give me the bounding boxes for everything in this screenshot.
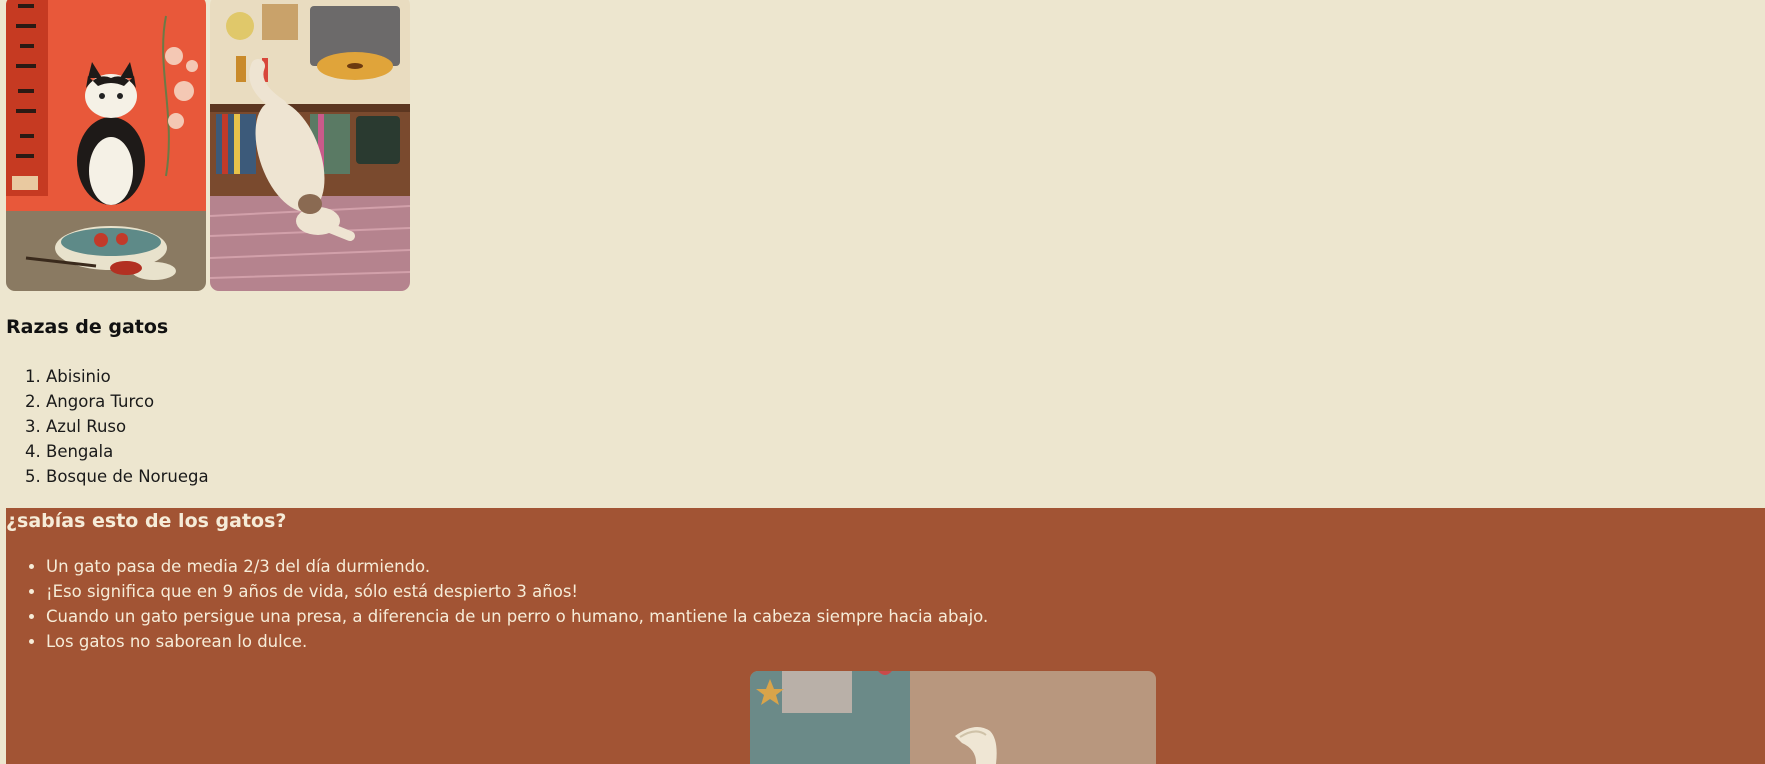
- cat-stretching-image: [210, 0, 410, 291]
- cat-tail-image: [750, 671, 1156, 764]
- facts-list: Un gato pasa de media 2/3 del día durmie…: [6, 554, 988, 654]
- breed-item: Angora Turco: [46, 389, 209, 414]
- breeds-list: Abisinio Angora Turco Azul Ruso Bengala …: [6, 364, 209, 489]
- facts-title: ¿sabías esto de los gatos?: [6, 510, 287, 532]
- breed-item: Bosque de Noruega: [46, 464, 209, 489]
- fact-item: Los gatos no saborean lo dulce.: [46, 629, 988, 654]
- breed-item: Azul Ruso: [46, 414, 209, 439]
- breed-item: Bengala: [46, 439, 209, 464]
- page: Razas de gatos Abisinio Angora Turco Azu…: [0, 0, 1765, 764]
- fact-item: ¡Eso significa que en 9 años de vida, só…: [46, 579, 988, 604]
- cat-noodle-bowl-image: [6, 0, 206, 291]
- cat-facts-section: ¿sabías esto de los gatos? Un gato pasa …: [6, 508, 1765, 764]
- fact-item: Un gato pasa de media 2/3 del día durmie…: [46, 554, 988, 579]
- fact-item: Cuando un gato persigue una presa, a dif…: [46, 604, 988, 629]
- cat-gallery: [6, 0, 410, 291]
- breeds-title: Razas de gatos: [6, 316, 169, 338]
- breed-item: Abisinio: [46, 364, 209, 389]
